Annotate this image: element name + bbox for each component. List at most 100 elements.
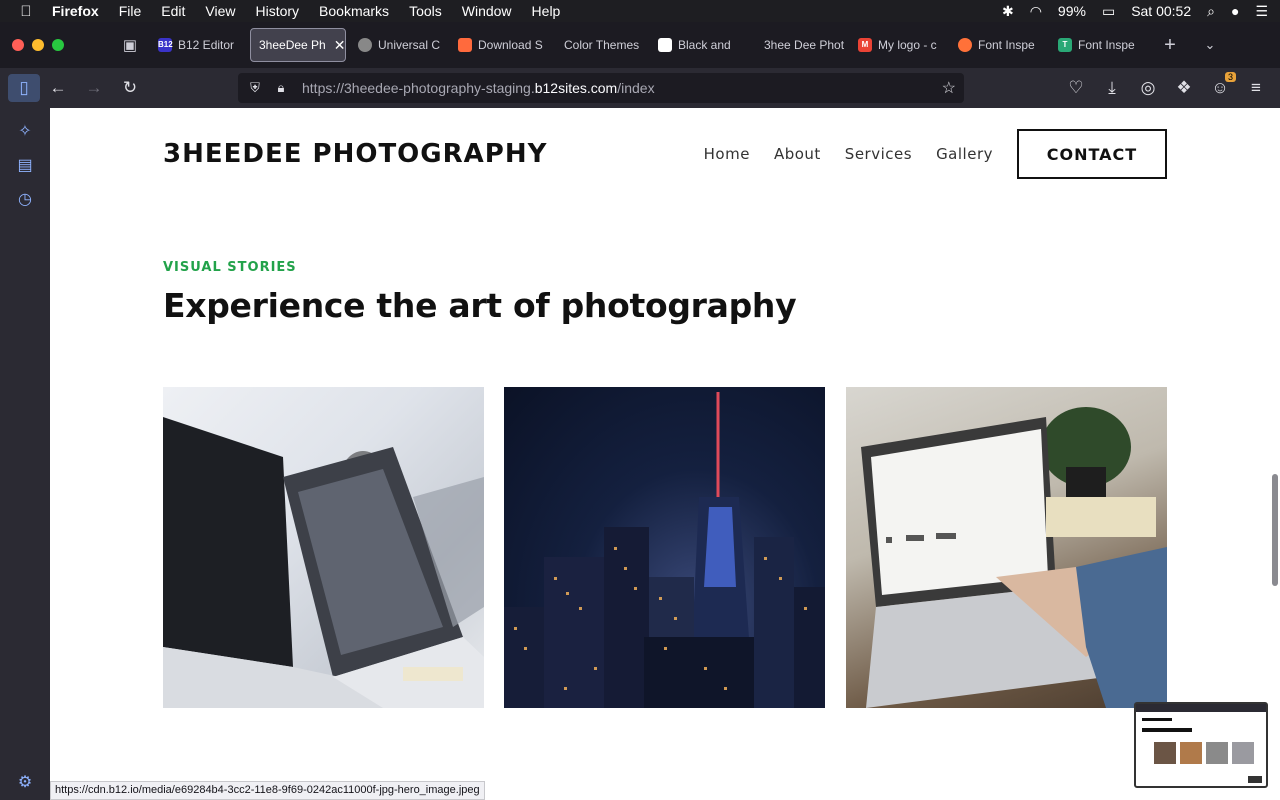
tab-download[interactable]: Download S — [450, 28, 546, 62]
link-status-bar: https://cdn.b12.io/media/e69284b4-3cc2-1… — [50, 781, 485, 800]
firefox-favicon-icon — [958, 38, 972, 52]
tab-color-themes[interactable]: Color Themes — [550, 28, 646, 62]
window-controls — [0, 39, 110, 51]
siri-icon[interactable]: ● — [1231, 3, 1239, 19]
tab-label: Color Themes — [564, 38, 640, 52]
tab-universal[interactable]: Universal C — [350, 28, 446, 62]
synced-tabs-icon[interactable]: ▤ — [7, 148, 43, 182]
nav-about[interactable]: About — [774, 145, 821, 163]
macos-menu-bar:  Firefox File Edit View History Bookmar… — [0, 0, 1280, 22]
menu-file[interactable]: File — [119, 3, 142, 19]
reload-button[interactable]: ↻ — [112, 70, 148, 106]
downloads-icon[interactable]: ⤓ — [1094, 70, 1130, 106]
battery-percent[interactable]: 99% — [1058, 3, 1086, 19]
toolbar-right-icons: ♡ ⤓ ◎ ❖ ☺ 3 ≡ — [1058, 70, 1274, 106]
tab-label: 3hee Dee Phot — [764, 38, 845, 52]
site-header: 3HEEDEE PHOTOGRAPHY Home About Services … — [163, 128, 1167, 180]
bookmark-star-icon[interactable]: ☆ — [942, 78, 956, 98]
wifi-icon[interactable]: ◠ — [1030, 3, 1042, 20]
clock[interactable]: Sat 00:52 — [1131, 3, 1191, 19]
tab-font-inspect-2[interactable]: T Font Inspe — [1050, 28, 1146, 62]
url-text[interactable]: https://3heedee-photography-staging.b12s… — [302, 80, 655, 96]
tab-label: Download S — [478, 38, 543, 52]
page-scrollbar[interactable] — [1272, 474, 1278, 586]
tab-label: 3heeDee Ph — [259, 38, 326, 52]
section-eyebrow: VISUAL STORIES — [163, 260, 297, 275]
bluetooth-icon[interactable]: ✱ — [1002, 3, 1014, 20]
sidebar-settings-gear-icon[interactable]: ⚙ — [18, 772, 32, 792]
url-domain: b12sites.com — [534, 80, 618, 96]
extensions-icon[interactable]: ❖ — [1166, 70, 1202, 106]
apple-icon[interactable]:  — [0, 3, 52, 20]
account-icon[interactable]: ◎ — [1130, 70, 1166, 106]
menubar-status-area: ✱ ◠ 99% ▭ Sat 00:52 ⌕ ● ☰ — [1002, 0, 1280, 22]
menu-bookmarks[interactable]: Bookmarks — [319, 3, 389, 19]
menu-window[interactable]: Window — [462, 3, 512, 19]
new-tab-button[interactable]: + — [1150, 34, 1190, 57]
menu-help[interactable]: Help — [532, 3, 561, 19]
tab-b12-editor[interactable]: B12 B12 Editor — [150, 28, 246, 62]
extension-badge-count: 3 — [1224, 72, 1236, 82]
close-window-button[interactable] — [12, 39, 24, 51]
minimize-window-button[interactable] — [32, 39, 44, 51]
nav-services[interactable]: Services — [845, 145, 912, 163]
font-favicon-icon: T — [1058, 38, 1072, 52]
pocket-icon[interactable]: ♡ — [1058, 70, 1094, 106]
list-all-tabs-chevron-icon[interactable]: ⌄ — [1190, 37, 1230, 53]
sparkle-ai-icon[interactable]: ✧ — [7, 114, 43, 148]
back-button[interactable]: ← — [40, 70, 76, 106]
section-headline: Experience the art of photography — [163, 286, 797, 325]
menu-tools[interactable]: Tools — [409, 3, 442, 19]
tab-black-and[interactable]: Black and — [650, 28, 746, 62]
firefox-view-icon[interactable]: ▣ — [110, 36, 150, 54]
navigation-toolbar: ▯ ← → ↻ ⛨ 🔒︎ https://3heedee-photography… — [0, 68, 1280, 108]
browser-sidebar: ✧ ▤ ◷ ⚙ — [0, 108, 50, 800]
preview-illustration — [1136, 704, 1266, 783]
download-favicon-icon — [458, 38, 472, 52]
control-center-icon[interactable]: ☰ — [1255, 3, 1268, 20]
nav-gallery[interactable]: Gallery — [936, 145, 993, 163]
shield-icon[interactable]: ⛨ — [242, 80, 268, 96]
laptop-desk-illustration — [861, 407, 1167, 708]
url-path: /index — [617, 80, 655, 96]
picture-in-picture-preview-thumbnail[interactable] — [1134, 702, 1268, 788]
battery-icon[interactable]: ▭ — [1102, 3, 1115, 20]
tab-label: Font Inspe — [978, 38, 1035, 52]
spotlight-search-icon[interactable]: ⌕ — [1207, 3, 1215, 20]
site-nav: Home About Services Gallery CONTACT — [704, 129, 1167, 179]
tab-label: Universal C — [378, 38, 441, 52]
nav-home[interactable]: Home — [704, 145, 750, 163]
laptops-illustration — [163, 417, 484, 708]
unsplash-favicon-icon — [658, 38, 672, 52]
tab-label: Font Inspe — [1078, 38, 1135, 52]
gmail-favicon-icon: M — [858, 38, 872, 52]
site-logo[interactable]: 3HEEDEE PHOTOGRAPHY — [163, 139, 547, 169]
tab-3hee-dee-photo[interactable]: 3hee Dee Phot — [750, 28, 846, 62]
close-tab-icon[interactable]: ✕ — [334, 37, 345, 54]
contact-button[interactable]: CONTACT — [1017, 129, 1167, 179]
tab-3heedee-active[interactable]: 3heeDee Ph ✕ — [250, 28, 346, 62]
tab-font-inspect-1[interactable]: Font Inspe — [950, 28, 1046, 62]
menu-edit[interactable]: Edit — [161, 3, 185, 19]
sidebar-toggle-icon[interactable]: ▯ — [8, 74, 40, 102]
forward-button[interactable]: → — [76, 70, 112, 106]
menu-history[interactable]: History — [255, 3, 299, 19]
url-prefix: https://3heedee-photography-staging. — [302, 80, 535, 96]
history-clock-icon[interactable]: ◷ — [7, 182, 43, 216]
tab-my-logo[interactable]: M My logo - c — [850, 28, 946, 62]
gallery-photo-laptops[interactable] — [163, 387, 484, 708]
menu-view[interactable]: View — [205, 3, 235, 19]
b12-favicon-icon: B12 — [158, 38, 173, 52]
lock-icon[interactable]: 🔒︎ — [268, 80, 294, 96]
menu-app-firefox[interactable]: Firefox — [52, 3, 99, 19]
url-bar[interactable]: ⛨ 🔒︎ https://3heedee-photography-staging… — [238, 73, 964, 103]
gallery-photo-laptop-desk[interactable] — [846, 387, 1167, 708]
gallery-photo-city-night[interactable] — [504, 387, 825, 708]
zoom-window-button[interactable] — [52, 39, 64, 51]
web-page: 3HEEDEE PHOTOGRAPHY Home About Services … — [50, 108, 1280, 800]
tab-label: B12 Editor — [178, 38, 235, 52]
extension-badge-icon[interactable]: ☺ 3 — [1202, 70, 1238, 106]
tab-strip: ▣ B12 B12 Editor 3heeDee Ph ✕ Universal … — [0, 22, 1280, 68]
openai-favicon-icon — [358, 38, 372, 52]
app-menu-icon[interactable]: ≡ — [1238, 70, 1274, 106]
